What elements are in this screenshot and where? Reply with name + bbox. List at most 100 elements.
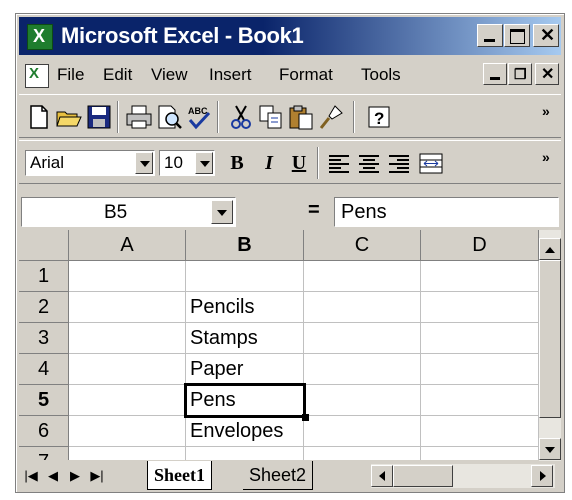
svg-text:?: ? xyxy=(374,109,384,128)
menu-format[interactable]: Format xyxy=(279,65,333,85)
cell-a1[interactable] xyxy=(69,261,186,292)
spelling-icon[interactable]: ABC xyxy=(185,103,213,131)
chevron-down-icon[interactable] xyxy=(195,152,213,174)
help-icon[interactable]: ? xyxy=(365,103,393,131)
bold-button[interactable]: B xyxy=(223,149,251,177)
center-icon[interactable] xyxy=(355,149,383,177)
tab-sheet1[interactable]: Sheet1 xyxy=(147,461,212,490)
scroll-left-button[interactable] xyxy=(371,465,393,487)
window-title: Microsoft Excel - Book1 xyxy=(61,23,304,48)
doc-close-button[interactable]: ✕ xyxy=(535,63,559,85)
minimize-button[interactable] xyxy=(477,24,503,47)
column-header-a[interactable]: A xyxy=(69,230,186,261)
align-right-icon[interactable] xyxy=(385,149,413,177)
title-bar[interactable]: Microsoft Excel - Book1 ✕ xyxy=(19,17,561,55)
font-name-combo[interactable]: Arial xyxy=(25,150,155,176)
underline-button[interactable]: U xyxy=(285,149,313,177)
doc-restore-button[interactable]: ❐ xyxy=(508,63,532,85)
chevron-down-icon[interactable] xyxy=(211,200,233,224)
merge-center-icon[interactable] xyxy=(417,149,445,177)
paste-icon[interactable] xyxy=(287,103,315,131)
formula-input[interactable]: Pens xyxy=(334,197,559,227)
cell-b2[interactable]: Pencils xyxy=(186,292,304,323)
row-header-5[interactable]: 5 xyxy=(19,385,69,416)
row-header-4[interactable]: 4 xyxy=(19,354,69,385)
cell-c5[interactable] xyxy=(304,385,421,416)
column-header-b[interactable]: B xyxy=(186,230,304,261)
next-sheet-icon[interactable]: ▶ xyxy=(65,465,85,487)
vertical-scrollbar[interactable] xyxy=(539,230,561,462)
last-sheet-icon[interactable]: ▶| xyxy=(87,465,107,487)
font-size-combo[interactable]: 10 xyxy=(159,150,215,176)
cell-d1[interactable] xyxy=(421,261,539,292)
toolbar-overflow-icon[interactable]: » xyxy=(542,149,550,165)
cell-d3[interactable] xyxy=(421,323,539,354)
print-icon[interactable] xyxy=(125,103,153,131)
scroll-thumb[interactable] xyxy=(539,260,561,418)
menu-file[interactable]: File xyxy=(57,65,84,85)
cell-b7[interactable] xyxy=(186,447,304,460)
horizontal-scrollbar[interactable] xyxy=(371,464,555,488)
tab-sheet2[interactable]: Sheet2 xyxy=(243,461,314,490)
scroll-up-button[interactable] xyxy=(539,238,561,260)
document-icon[interactable] xyxy=(25,64,49,88)
print-preview-icon[interactable] xyxy=(155,103,183,131)
cell-d2[interactable] xyxy=(421,292,539,323)
cell-b3[interactable]: Stamps xyxy=(186,323,304,354)
italic-button[interactable]: I xyxy=(255,149,283,177)
excel-app-icon[interactable] xyxy=(27,24,53,50)
cell-b4[interactable]: Paper xyxy=(186,354,304,385)
align-left-icon[interactable] xyxy=(325,149,353,177)
cell-a5[interactable] xyxy=(69,385,186,416)
name-box[interactable]: B5 xyxy=(21,197,236,227)
cell-a4[interactable] xyxy=(69,354,186,385)
cell-d7[interactable] xyxy=(421,447,539,460)
prev-sheet-icon[interactable]: ◀ xyxy=(43,465,63,487)
doc-minimize-button[interactable] xyxy=(483,63,507,85)
cell-a7[interactable] xyxy=(69,447,186,460)
new-document-icon[interactable] xyxy=(25,103,53,131)
select-all-corner[interactable] xyxy=(19,230,69,261)
chevron-down-icon[interactable] xyxy=(135,152,153,174)
first-sheet-icon[interactable]: |◀ xyxy=(21,465,41,487)
cell-c6[interactable] xyxy=(304,416,421,447)
fill-handle[interactable] xyxy=(302,414,309,421)
format-painter-icon[interactable] xyxy=(317,103,345,131)
save-icon[interactable] xyxy=(85,103,113,131)
open-folder-icon[interactable] xyxy=(55,103,83,131)
scroll-right-button[interactable] xyxy=(531,465,553,487)
cell-b1[interactable] xyxy=(186,261,304,292)
cell-a2[interactable] xyxy=(69,292,186,323)
cell-c7[interactable] xyxy=(304,447,421,460)
maximize-button[interactable] xyxy=(504,24,530,47)
scroll-down-button[interactable] xyxy=(539,438,561,460)
column-header-c[interactable]: C xyxy=(304,230,421,261)
row-header-3[interactable]: 3 xyxy=(19,323,69,354)
chevron-up-icon xyxy=(545,247,555,253)
cell-d6[interactable] xyxy=(421,416,539,447)
hscroll-thumb[interactable] xyxy=(393,465,453,487)
cut-icon[interactable] xyxy=(227,103,255,131)
column-header-d[interactable]: D xyxy=(421,230,539,261)
cell-c3[interactable] xyxy=(304,323,421,354)
cell-a6[interactable] xyxy=(69,416,186,447)
row-header-7[interactable]: 7 xyxy=(19,447,69,460)
cell-d5[interactable] xyxy=(421,385,539,416)
cell-c4[interactable] xyxy=(304,354,421,385)
cell-c2[interactable] xyxy=(304,292,421,323)
cell-d4[interactable] xyxy=(421,354,539,385)
toolbar-overflow-icon[interactable]: » xyxy=(542,103,550,119)
cell-b6[interactable]: Envelopes xyxy=(186,416,304,447)
menu-view[interactable]: View xyxy=(151,65,188,85)
row-header-1[interactable]: 1 xyxy=(19,261,69,292)
close-button[interactable]: ✕ xyxy=(533,24,559,47)
menu-tools[interactable]: Tools xyxy=(361,65,401,85)
menu-insert[interactable]: Insert xyxy=(209,65,252,85)
row-header-6[interactable]: 6 xyxy=(19,416,69,447)
active-cell-outline[interactable] xyxy=(184,383,306,418)
menu-edit[interactable]: Edit xyxy=(103,65,132,85)
cell-c1[interactable] xyxy=(304,261,421,292)
copy-icon[interactable] xyxy=(257,103,285,131)
cell-a3[interactable] xyxy=(69,323,186,354)
row-header-2[interactable]: 2 xyxy=(19,292,69,323)
